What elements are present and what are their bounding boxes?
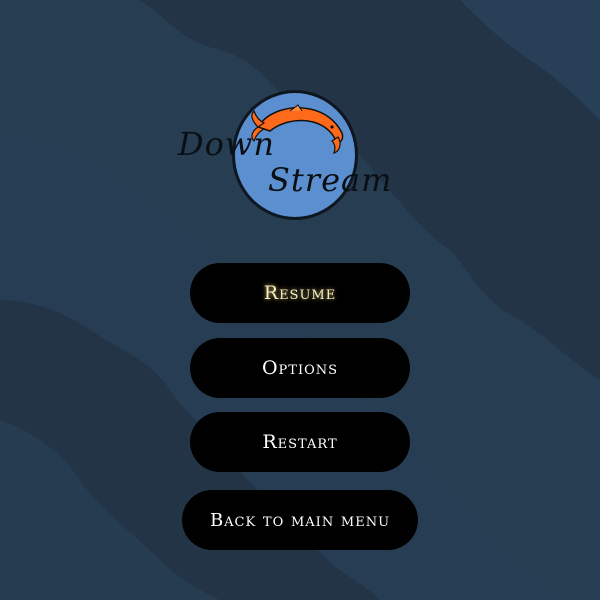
options-button[interactable]: Options — [190, 338, 410, 398]
game-logo: Down Stream — [170, 85, 410, 235]
restart-button[interactable]: Restart — [190, 412, 410, 472]
resume-button[interactable]: Resume — [190, 263, 410, 323]
logo-word-down: Down — [178, 125, 275, 163]
back-to-main-menu-button[interactable]: Back to main menu — [182, 490, 418, 550]
logo-word-stream: Stream — [268, 161, 393, 199]
